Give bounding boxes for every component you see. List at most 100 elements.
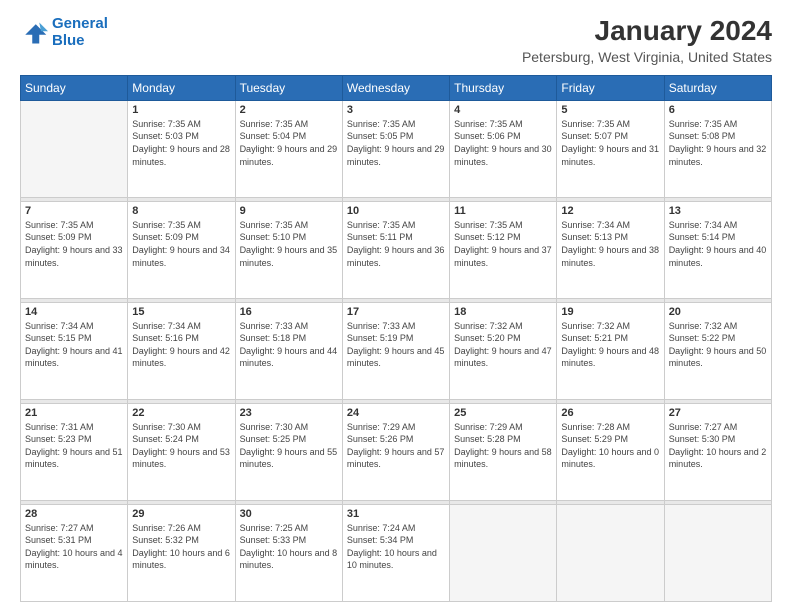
- day-number: 21: [25, 407, 123, 419]
- day-number: 9: [240, 205, 338, 217]
- calendar-cell: 10Sunrise: 7:35 AMSunset: 5:11 PMDayligh…: [342, 201, 449, 298]
- main-title: January 2024: [522, 16, 772, 47]
- day-number: 26: [561, 407, 659, 419]
- calendar-cell: 24 Sunrise: 7:29 AMSunset: 5:26 PMDayligh…: [342, 403, 449, 500]
- day-detail: Sunrise: 7:34 AMSunset: 5:14 PMDaylight:…: [669, 219, 767, 269]
- day-number: 31: [347, 508, 445, 520]
- col-sunday: Sunday: [21, 75, 128, 100]
- calendar-cell: 20Sunrise: 7:32 AMSunset: 5:22 PMDayligh…: [664, 302, 771, 399]
- calendar-week-row: 28 Sunrise: 7:27 AMSunset: 5:31 PMDayligh…: [21, 504, 772, 601]
- day-detail: Sunrise: 7:25 AMSunset: 5:33 PMDaylight:…: [240, 522, 338, 572]
- calendar-cell: 30 Sunrise: 7:25 AMSunset: 5:33 PMDayligh…: [235, 504, 342, 601]
- calendar-cell: 12Sunrise: 7:34 AMSunset: 5:13 PMDayligh…: [557, 201, 664, 298]
- day-number: 30: [240, 508, 338, 520]
- day-detail: Sunrise: 7:34 AMSunset: 5:16 PMDaylight:…: [132, 320, 230, 370]
- day-detail: Sunrise: 7:29 AMSunset: 5:26 PMDaylight:…: [347, 421, 445, 471]
- day-number: 8: [132, 205, 230, 217]
- logo-line1: General: [52, 15, 108, 32]
- day-detail: Sunrise: 7:34 AMSunset: 5:15 PMDaylight:…: [25, 320, 123, 370]
- day-detail: Sunrise: 7:32 AMSunset: 5:21 PMDaylight:…: [561, 320, 659, 370]
- day-number: 17: [347, 306, 445, 318]
- col-friday: Friday: [557, 75, 664, 100]
- day-detail: Sunrise: 7:28 AMSunset: 5:29 PMDaylight:…: [561, 421, 659, 471]
- day-detail: Sunrise: 7:29 AMSunset: 5:28 PMDaylight:…: [454, 421, 552, 471]
- day-detail: Sunrise: 7:35 AMSunset: 5:08 PMDaylight:…: [669, 118, 767, 168]
- calendar-cell: 5 Sunrise: 7:35 AMSunset: 5:07 PMDaylight…: [557, 100, 664, 197]
- day-number: 29: [132, 508, 230, 520]
- day-detail: Sunrise: 7:26 AMSunset: 5:32 PMDaylight:…: [132, 522, 230, 572]
- calendar-header-row: Sunday Monday Tuesday Wednesday Thursday…: [21, 75, 772, 100]
- calendar-cell: 1 Sunrise: 7:35 AMSunset: 5:03 PMDaylight…: [128, 100, 235, 197]
- calendar-cell: 15 Sunrise: 7:34 AMSunset: 5:16 PMDayligh…: [128, 302, 235, 399]
- calendar-cell: [450, 504, 557, 601]
- calendar-cell: [21, 100, 128, 197]
- day-number: 15: [132, 306, 230, 318]
- day-detail: Sunrise: 7:33 AMSunset: 5:19 PMDaylight:…: [347, 320, 445, 370]
- day-number: 19: [561, 306, 659, 318]
- calendar-cell: 23Sunrise: 7:30 AMSunset: 5:25 PMDayligh…: [235, 403, 342, 500]
- col-wednesday: Wednesday: [342, 75, 449, 100]
- day-number: 12: [561, 205, 659, 217]
- day-number: 1: [132, 104, 230, 116]
- calendar-cell: 7 Sunrise: 7:35 AMSunset: 5:09 PMDaylight…: [21, 201, 128, 298]
- calendar-cell: 2 Sunrise: 7:35 AMSunset: 5:04 PMDaylight…: [235, 100, 342, 197]
- calendar-week-row: 7 Sunrise: 7:35 AMSunset: 5:09 PMDaylight…: [21, 201, 772, 298]
- logo-line2: Blue: [52, 32, 85, 49]
- day-detail: Sunrise: 7:35 AMSunset: 5:07 PMDaylight:…: [561, 118, 659, 168]
- calendar-cell: 18Sunrise: 7:32 AMSunset: 5:20 PMDayligh…: [450, 302, 557, 399]
- calendar-week-row: 21Sunrise: 7:31 AMSunset: 5:23 PMDayligh…: [21, 403, 772, 500]
- logo-text: General Blue: [52, 16, 108, 49]
- calendar-week-row: 14 Sunrise: 7:34 AMSunset: 5:15 PMDayligh…: [21, 302, 772, 399]
- calendar-cell: 29 Sunrise: 7:26 AMSunset: 5:32 PMDayligh…: [128, 504, 235, 601]
- day-number: 7: [25, 205, 123, 217]
- col-saturday: Saturday: [664, 75, 771, 100]
- header: General Blue January 2024 Petersburg, We…: [20, 16, 772, 65]
- calendar-cell: 8Sunrise: 7:35 AMSunset: 5:09 PMDaylight…: [128, 201, 235, 298]
- day-detail: Sunrise: 7:27 AMSunset: 5:30 PMDaylight:…: [669, 421, 767, 471]
- day-detail: Sunrise: 7:27 AMSunset: 5:31 PMDaylight:…: [25, 522, 123, 572]
- day-number: 25: [454, 407, 552, 419]
- calendar-table: Sunday Monday Tuesday Wednesday Thursday…: [20, 75, 772, 602]
- calendar-cell: 14 Sunrise: 7:34 AMSunset: 5:15 PMDayligh…: [21, 302, 128, 399]
- day-number: 24: [347, 407, 445, 419]
- day-number: 6: [669, 104, 767, 116]
- title-block: January 2024 Petersburg, West Virginia, …: [522, 16, 772, 65]
- day-number: 3: [347, 104, 445, 116]
- calendar-cell: 21Sunrise: 7:31 AMSunset: 5:23 PMDayligh…: [21, 403, 128, 500]
- day-detail: Sunrise: 7:33 AMSunset: 5:18 PMDaylight:…: [240, 320, 338, 370]
- col-thursday: Thursday: [450, 75, 557, 100]
- day-detail: Sunrise: 7:30 AMSunset: 5:24 PMDaylight:…: [132, 421, 230, 471]
- calendar-cell: 13Sunrise: 7:34 AMSunset: 5:14 PMDayligh…: [664, 201, 771, 298]
- day-detail: Sunrise: 7:24 AMSunset: 5:34 PMDaylight:…: [347, 522, 445, 572]
- day-detail: Sunrise: 7:35 AMSunset: 5:05 PMDaylight:…: [347, 118, 445, 168]
- day-detail: Sunrise: 7:35 AMSunset: 5:04 PMDaylight:…: [240, 118, 338, 168]
- day-detail: Sunrise: 7:35 AMSunset: 5:03 PMDaylight:…: [132, 118, 230, 168]
- day-number: 20: [669, 306, 767, 318]
- calendar-cell: 16 Sunrise: 7:33 AMSunset: 5:18 PMDayligh…: [235, 302, 342, 399]
- day-number: 11: [454, 205, 552, 217]
- day-detail: Sunrise: 7:35 AMSunset: 5:09 PMDaylight:…: [25, 219, 123, 269]
- day-number: 14: [25, 306, 123, 318]
- calendar-cell: 26 Sunrise: 7:28 AMSunset: 5:29 PMDayligh…: [557, 403, 664, 500]
- calendar-cell: [664, 504, 771, 601]
- calendar-cell: 4Sunrise: 7:35 AMSunset: 5:06 PMDaylight…: [450, 100, 557, 197]
- day-number: 16: [240, 306, 338, 318]
- calendar-cell: 27Sunrise: 7:27 AMSunset: 5:30 PMDayligh…: [664, 403, 771, 500]
- day-detail: Sunrise: 7:35 AMSunset: 5:12 PMDaylight:…: [454, 219, 552, 269]
- calendar-cell: 31 Sunrise: 7:24 AMSunset: 5:34 PMDayligh…: [342, 504, 449, 601]
- day-number: 5: [561, 104, 659, 116]
- calendar-cell: 6 Sunrise: 7:35 AMSunset: 5:08 PMDaylight…: [664, 100, 771, 197]
- day-detail: Sunrise: 7:30 AMSunset: 5:25 PMDaylight:…: [240, 421, 338, 471]
- page: General Blue January 2024 Petersburg, We…: [0, 0, 792, 612]
- calendar-cell: 22 Sunrise: 7:30 AMSunset: 5:24 PMDayligh…: [128, 403, 235, 500]
- col-tuesday: Tuesday: [235, 75, 342, 100]
- logo-icon: [20, 19, 48, 47]
- day-number: 2: [240, 104, 338, 116]
- col-monday: Monday: [128, 75, 235, 100]
- day-number: 22: [132, 407, 230, 419]
- calendar-cell: 9Sunrise: 7:35 AMSunset: 5:10 PMDaylight…: [235, 201, 342, 298]
- calendar-cell: 3 Sunrise: 7:35 AMSunset: 5:05 PMDaylight…: [342, 100, 449, 197]
- day-number: 28: [25, 508, 123, 520]
- logo: General Blue: [20, 16, 108, 49]
- day-number: 10: [347, 205, 445, 217]
